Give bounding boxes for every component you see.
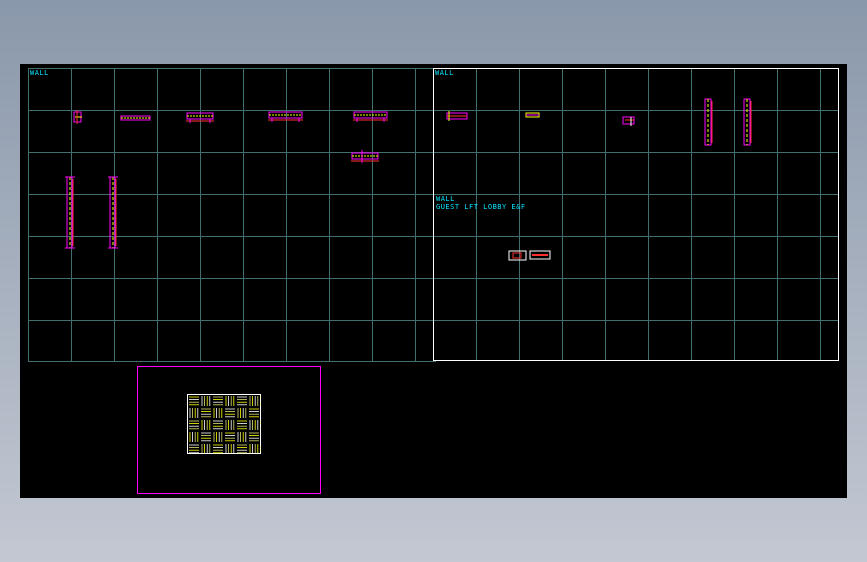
detail-long-1[interactable]	[120, 115, 151, 121]
detail-bench-3[interactable]	[353, 111, 388, 122]
detail-small-1[interactable]	[73, 110, 82, 124]
detail-right-box-2[interactable]	[529, 250, 551, 260]
detail-bench-2[interactable]	[268, 111, 303, 122]
right-sheet-details	[446, 98, 752, 261]
cad-model-space[interactable]: WALL WALL WALL GUEST LFT LOBBY E&F	[20, 64, 847, 498]
detail-vertical-section-2[interactable]	[108, 176, 118, 249]
floor-pattern-detail	[187, 394, 261, 454]
detail-vertical-section-1[interactable]	[65, 176, 75, 249]
detail-right-vertical-1[interactable]	[704, 98, 713, 146]
left-sheet-details	[65, 110, 388, 249]
detail-bench-4[interactable]	[351, 150, 379, 163]
detail-right-1[interactable]	[446, 111, 468, 121]
detail-right-2[interactable]	[525, 112, 540, 118]
detail-right-vertical-2[interactable]	[743, 98, 752, 146]
detail-right-3[interactable]	[622, 116, 635, 126]
detail-bench-1[interactable]	[186, 112, 214, 123]
detail-right-box-1[interactable]	[508, 250, 527, 261]
